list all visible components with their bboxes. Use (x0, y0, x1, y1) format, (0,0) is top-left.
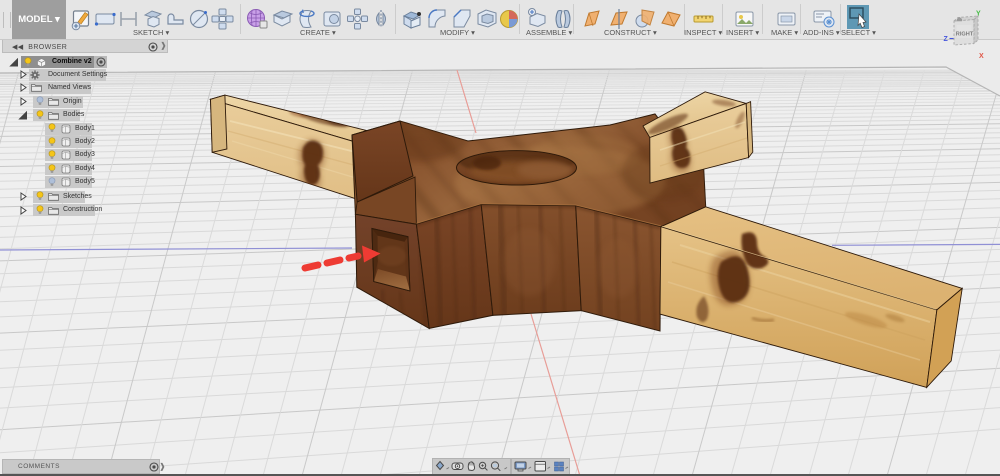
svg-text:Y: Y (976, 11, 981, 18)
svg-text:RIGHT: RIGHT (956, 32, 974, 38)
svg-text:Z: Z (944, 36, 949, 43)
svg-text:X: X (979, 53, 984, 60)
